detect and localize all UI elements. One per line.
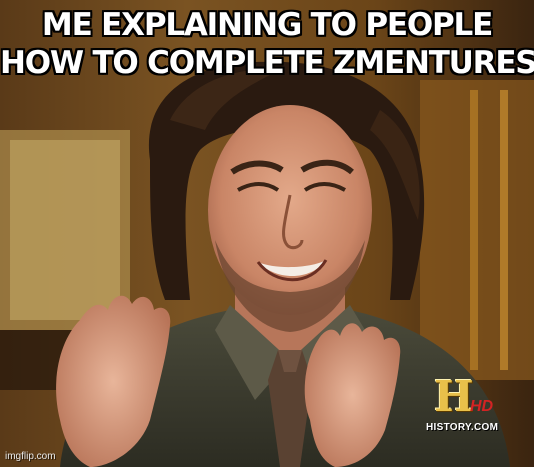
meme-image: ME EXPLAINING TO PEOPLE HOW TO COMPLETE …: [0, 0, 534, 467]
history-logo-hd: HD: [470, 398, 494, 415]
imgflip-watermark: imgflip.com: [5, 451, 56, 462]
meme-caption: ME EXPLAINING TO PEOPLE HOW TO COMPLETE …: [0, 6, 534, 82]
caption-line-2: HOW TO COMPLETE ZMENTURES: [0, 45, 534, 81]
history-channel-logo: H HD HISTORY.COM: [424, 376, 514, 438]
history-logo-letter: H: [434, 372, 474, 421]
caption-line-1: ME EXPLAINING TO PEOPLE: [41, 7, 493, 43]
history-logo-url: HISTORY.COM: [426, 422, 499, 433]
